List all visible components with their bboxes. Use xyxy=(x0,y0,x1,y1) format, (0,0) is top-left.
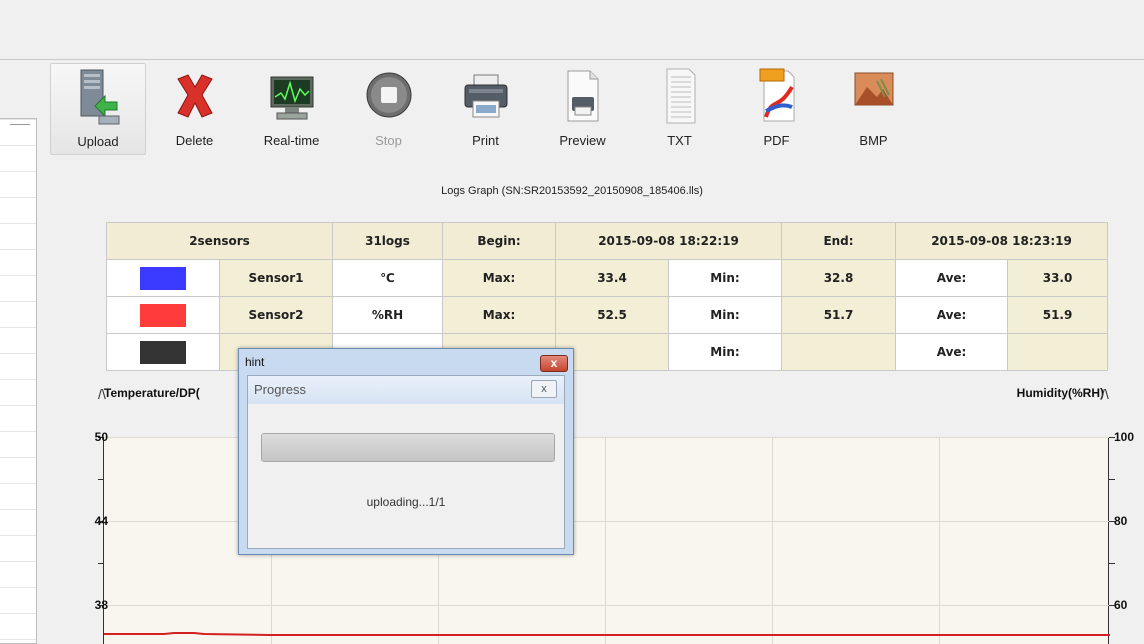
left-tick-label: 50 xyxy=(94,430,108,444)
stop-button[interactable]: Stop xyxy=(340,63,437,155)
progress-header: Progress x xyxy=(248,376,564,404)
ave-value: 51.9 xyxy=(1007,296,1109,334)
bmp-button[interactable]: BMP xyxy=(825,63,922,155)
sensor-unit: %RH xyxy=(332,296,443,334)
pdf-icon xyxy=(759,68,794,122)
left-tick-label: 38 xyxy=(94,598,108,612)
print-label: Print xyxy=(472,133,499,148)
min-value xyxy=(781,333,897,371)
close-icon[interactable]: x xyxy=(540,355,568,372)
logs-count: 31logs xyxy=(332,222,443,260)
bmp-icon xyxy=(854,72,893,106)
sensor-row: Sensor1 ℃ Max: 33.4 Min: 32.8 Ave: 33.0 xyxy=(106,259,1109,297)
preview-button[interactable]: Preview xyxy=(534,63,631,155)
min-value: 51.7 xyxy=(781,296,897,334)
begin-label: Begin: xyxy=(442,222,556,260)
left-axis-title: Temperature/DP( xyxy=(104,386,200,400)
progress-title: Progress xyxy=(254,382,307,397)
min-label: Min: xyxy=(667,259,783,297)
txt-button[interactable]: TXT xyxy=(631,63,728,155)
sensors-count: 2sensors xyxy=(106,222,333,260)
logs-graph-title: Logs Graph (SN:SR20153592_20150908_18540… xyxy=(441,185,703,197)
delete-label: Delete xyxy=(175,133,214,148)
right-axis-title: Humidity(%RH) xyxy=(1016,386,1104,400)
txt-icon xyxy=(666,68,695,124)
toolbar: Upload Delete Real-time Stop Print Previ… xyxy=(50,63,922,157)
color-cell xyxy=(106,296,220,334)
upload-label: Upload xyxy=(77,134,119,149)
tick-mark xyxy=(98,479,104,480)
summary-header-row: 2sensors 31logs Begin: 2015-09-08 18:22:… xyxy=(106,222,1109,260)
realtime-label: Real-time xyxy=(263,133,320,148)
min-label: Min: xyxy=(667,333,783,371)
pdf-label: PDF xyxy=(763,133,790,148)
ave-value: 33.0 xyxy=(1007,259,1109,297)
sensor-name: Sensor2 xyxy=(219,296,333,334)
end-label: End: xyxy=(781,222,897,260)
right-tick-label: 100 xyxy=(1114,430,1135,444)
right-axis-arrow-icon: /\ xyxy=(1101,386,1109,402)
upload-icon xyxy=(80,69,120,125)
dialog-title: hint xyxy=(245,355,265,369)
delete-button[interactable]: Delete xyxy=(146,63,243,155)
print-button[interactable]: Print xyxy=(437,63,534,155)
bmp-label: BMP xyxy=(859,133,888,148)
sensor-row: Sensor2 %RH Max: 52.5 Min: 51.7 Ave: 51.… xyxy=(106,296,1109,334)
ave-label: Ave: xyxy=(895,333,1009,371)
sensor-color-swatch[interactable] xyxy=(140,340,186,364)
title-strip xyxy=(0,0,1144,60)
max-label: Max: xyxy=(442,259,556,297)
min-value: 32.8 xyxy=(781,259,897,297)
sensor-color-swatch[interactable] xyxy=(140,303,186,327)
begin-value: 2015-09-08 18:22:19 xyxy=(554,222,783,260)
stop-icon xyxy=(366,72,411,118)
progress-close-icon[interactable]: x xyxy=(531,380,557,398)
max-value: 52.5 xyxy=(555,296,669,334)
color-cell xyxy=(106,333,220,371)
right-tick-label: 60 xyxy=(1114,598,1128,612)
realtime-button[interactable]: Real-time xyxy=(243,63,340,155)
tick-mark xyxy=(98,563,104,564)
preview-icon xyxy=(567,70,598,122)
stop-label: Stop xyxy=(375,133,402,148)
progress-fill xyxy=(262,434,554,461)
ave-label: Ave: xyxy=(895,296,1009,334)
sensor-name: Sensor1 xyxy=(219,259,333,297)
ave-value xyxy=(1007,333,1109,371)
color-cell xyxy=(106,259,220,297)
upload-status: uploading...1/1 xyxy=(366,495,446,509)
sensor2-line xyxy=(104,632,1110,636)
max-value: 33.4 xyxy=(555,259,669,297)
tick-mark xyxy=(1109,563,1115,564)
progress-bar xyxy=(261,433,555,462)
left-tick-label: 44 xyxy=(94,514,108,528)
txt-label: TXT xyxy=(667,133,692,148)
min-label: Min: xyxy=(667,296,783,334)
hint-dialog: hint x Progress x uploading...1/1 xyxy=(238,348,574,555)
sensor-color-swatch[interactable] xyxy=(140,266,186,290)
app-window: Upload Delete Real-time Stop Print Previ… xyxy=(0,0,1144,644)
tick-mark xyxy=(1109,479,1115,480)
realtime-icon xyxy=(270,76,313,120)
divider xyxy=(10,124,30,125)
preview-label: Preview xyxy=(559,133,606,148)
right-tick-label: 80 xyxy=(1114,514,1128,528)
upload-button[interactable]: Upload xyxy=(50,63,146,155)
progress-panel: Progress x uploading...1/1 xyxy=(247,375,565,549)
sensor-unit: ℃ xyxy=(332,259,443,297)
end-value: 2015-09-08 18:23:19 xyxy=(895,222,1109,260)
ave-label: Ave: xyxy=(895,259,1009,297)
delete-icon xyxy=(176,74,213,118)
pdf-button[interactable]: PDF xyxy=(728,63,825,155)
max-label: Max: xyxy=(442,296,556,334)
print-icon xyxy=(464,74,507,118)
